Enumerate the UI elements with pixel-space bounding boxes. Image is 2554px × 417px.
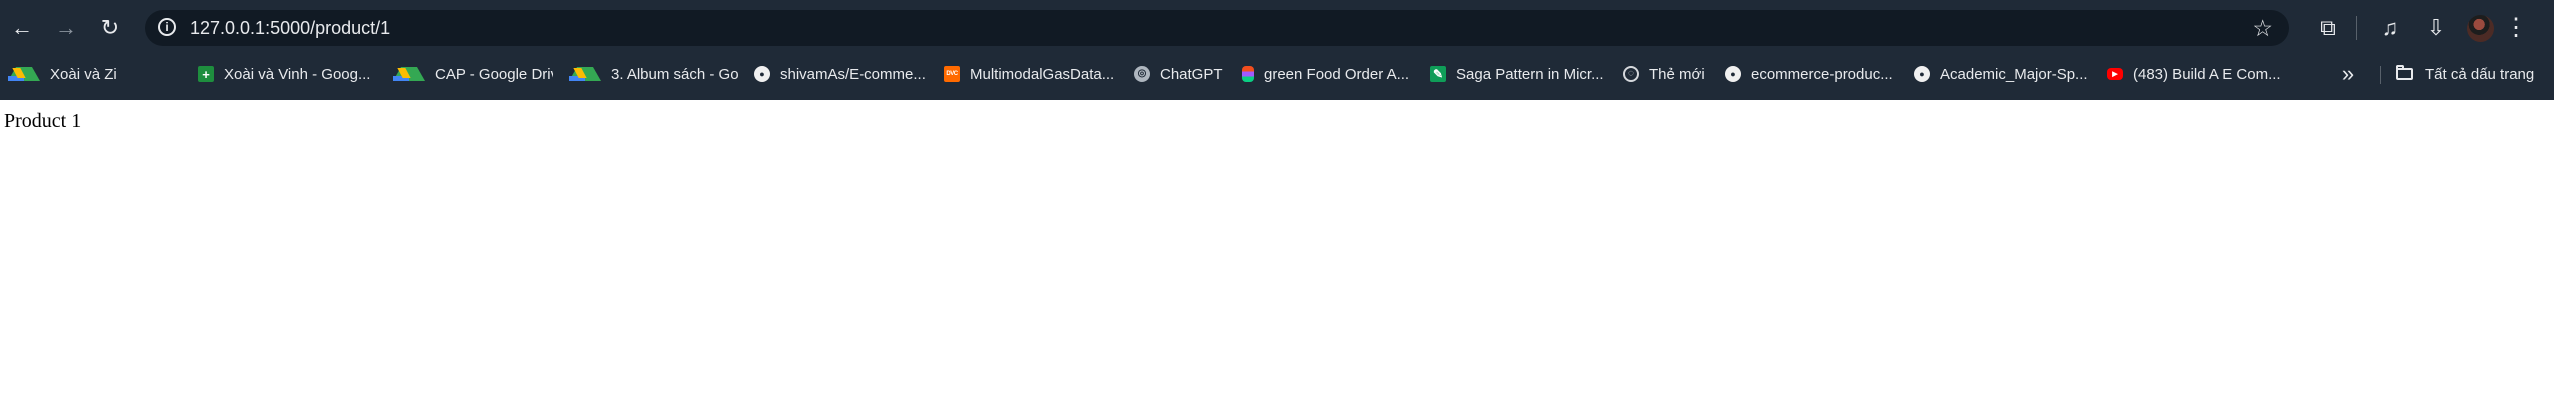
- bookmark-star-icon[interactable]: ☆: [2252, 16, 2273, 40]
- double-chevron-right-icon: »: [2341, 61, 2355, 86]
- download-icon: ⇩: [2426, 15, 2446, 40]
- toolbar-divider: [2356, 16, 2357, 40]
- bookmark-saga-pattern[interactable]: ✎ Saga Pattern in Micr...: [1430, 63, 1610, 85]
- bookmark-new-tab[interactable]: ◌ Thẻ mới: [1623, 63, 1708, 85]
- github-icon: ●: [1914, 66, 1930, 82]
- folder-icon: [2396, 65, 2413, 80]
- bookmark-label: Saga Pattern in Micr...: [1456, 65, 1604, 83]
- bookmark-label: CAP - Google Drive: [435, 65, 553, 83]
- dvc-icon: DVC: [944, 66, 960, 82]
- site-info-icon[interactable]: i: [158, 18, 176, 36]
- page-content: Product 1: [0, 100, 2554, 417]
- all-bookmarks-folder[interactable]: Tất cả dấu trang: [2396, 63, 2534, 85]
- bookmark-youtube-build-ecom[interactable]: ▶ (483) Build A E Com...: [2107, 63, 2285, 85]
- bookmark-album-sach[interactable]: 3. Album sách - Go...: [569, 63, 739, 85]
- bookmark-label: ChatGPT: [1160, 65, 1223, 83]
- extensions-puzzle-icon: ⧉: [2320, 15, 2336, 40]
- bookmark-ecommerce-product[interactable]: ● ecommerce-produc...: [1725, 63, 1897, 85]
- google-drive-icon: [8, 67, 40, 81]
- back-button[interactable]: ←: [3, 9, 41, 47]
- media-queue-icon: ♫: [2381, 15, 2399, 40]
- globe-icon: ◌: [1623, 66, 1639, 82]
- browser-toolbar: ← → ↻ i 127.0.0.1:5000/product/1 ☆ ⧉ ♫ ⇩…: [0, 0, 2554, 56]
- address-bar[interactable]: i 127.0.0.1:5000/product/1 ☆: [145, 10, 2289, 46]
- youtube-icon: ▶: [2107, 68, 2123, 80]
- back-arrow-icon: ←: [11, 15, 33, 40]
- bookmark-xoai-va-vinh[interactable]: + Xoài và Vinh - Goog...: [198, 63, 378, 85]
- reload-icon: ↻: [100, 15, 120, 40]
- bookmark-shivamas-ecommerce[interactable]: ● shivamAs/E-comme...: [754, 63, 929, 85]
- forward-arrow-icon: →: [55, 15, 77, 40]
- bookmark-green-food-order[interactable]: green Food Order A...: [1242, 63, 1417, 85]
- reload-button[interactable]: ↻: [91, 9, 129, 47]
- forward-button[interactable]: →: [47, 9, 85, 47]
- all-bookmarks-label: Tất cả dấu trang: [2425, 65, 2535, 83]
- bookmarks-divider: [2380, 66, 2381, 84]
- bookmark-label: (483) Build A E Com...: [2133, 65, 2281, 83]
- bookmark-label: Thẻ mới: [1649, 65, 1705, 83]
- kebab-menu-icon: ⋮: [2504, 14, 2528, 41]
- chatgpt-icon: ◎: [1134, 66, 1150, 82]
- bookmarks-overflow-button[interactable]: »: [2336, 63, 2360, 85]
- url-text[interactable]: 127.0.0.1:5000/product/1: [190, 18, 390, 38]
- bookmark-academic-major[interactable]: ● Academic_Major-Sp...: [1914, 63, 2092, 85]
- product-title: Product 1: [4, 110, 82, 132]
- bookmark-chatgpt[interactable]: ◎ ChatGPT: [1134, 63, 1238, 85]
- extensions-button[interactable]: ⧉: [2312, 13, 2344, 43]
- bookmark-label: Xoài và Vinh - Goog...: [224, 65, 371, 83]
- figma-icon: [1242, 66, 1254, 82]
- github-icon: ●: [1725, 66, 1741, 82]
- media-controls-button[interactable]: ♫: [2374, 13, 2406, 43]
- google-drive-icon: [569, 67, 601, 81]
- bookmarks-bar: Xoài và Zinh - Goog... + Xoài và Vinh - …: [0, 58, 2554, 90]
- profile-avatar[interactable]: [2467, 15, 2494, 42]
- bookmark-label: ecommerce-produc...: [1751, 65, 1893, 83]
- github-icon: ●: [754, 66, 770, 82]
- browser-menu-button[interactable]: ⋮: [2504, 13, 2528, 43]
- bookmark-label: 3. Album sách - Go...: [611, 65, 739, 83]
- bookmark-cap-google-drive[interactable]: CAP - Google Drive: [393, 63, 553, 85]
- bookmark-multimodal-gas-data[interactable]: DVC MultimodalGasData...: [944, 63, 1122, 85]
- leaf-icon: ✎: [1430, 66, 1446, 82]
- bookmark-label: MultimodalGasData...: [970, 65, 1115, 83]
- bookmark-label: green Food Order A...: [1264, 65, 1410, 83]
- bookmark-label: Academic_Major-Sp...: [1940, 65, 2088, 83]
- bookmark-label: shivamAs/E-comme...: [780, 65, 926, 83]
- browser-chrome: ← → ↻ i 127.0.0.1:5000/product/1 ☆ ⧉ ♫ ⇩…: [0, 0, 2554, 100]
- downloads-button[interactable]: ⇩: [2420, 13, 2452, 43]
- bookmark-label: Xoài và Zinh - Goog...: [50, 65, 116, 83]
- bookmark-xoai-va-zinh[interactable]: Xoài và Zinh - Goog...: [8, 63, 116, 85]
- google-sheets-icon: +: [198, 66, 214, 82]
- google-drive-icon: [393, 67, 425, 81]
